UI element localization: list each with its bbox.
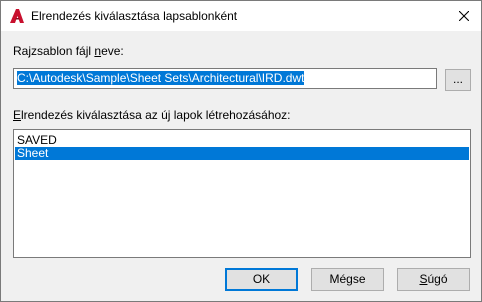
close-icon xyxy=(459,11,469,21)
template-path-field[interactable]: C:\Autodesk\Sample\Sheet Sets\Architectu… xyxy=(13,68,437,89)
cancel-button[interactable]: Mégse xyxy=(311,268,384,291)
browse-button[interactable]: ... xyxy=(445,69,471,91)
window-title: Elrendezés kiválasztása lapsablonként xyxy=(31,9,238,23)
help-button[interactable]: Súgó xyxy=(397,268,470,291)
close-button[interactable] xyxy=(447,1,481,31)
list-item-sheet[interactable]: Sheet xyxy=(15,147,469,160)
list-item-saved[interactable]: SAVED xyxy=(15,134,469,147)
layout-list-label: Elrendezés kiválasztása az új lapok létr… xyxy=(13,108,291,122)
template-file-label: Rajzsablon fájl neve: xyxy=(13,44,124,58)
template-path-value: C:\Autodesk\Sample\Sheet Sets\Architectu… xyxy=(17,71,305,85)
ok-button[interactable]: OK xyxy=(225,268,298,291)
layout-list[interactable]: SAVED Sheet xyxy=(13,129,471,258)
title-bar: Elrendezés kiválasztása lapsablonként xyxy=(1,1,481,31)
autocad-a-icon xyxy=(10,9,24,23)
select-layout-dialog: Elrendezés kiválasztása lapsablonként Ra… xyxy=(0,0,482,302)
